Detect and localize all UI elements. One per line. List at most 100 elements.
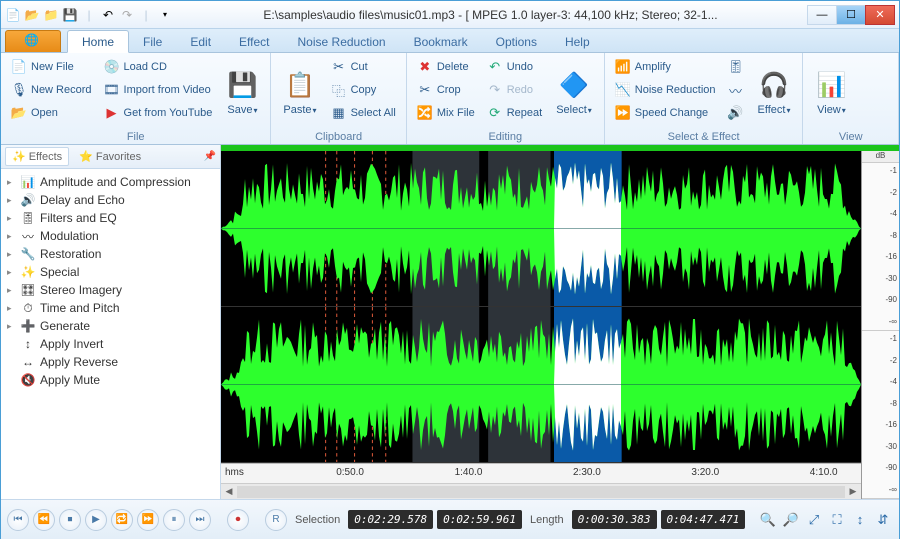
marker-r-button[interactable]: R <box>265 509 287 531</box>
tree-item[interactable]: ▸〰Modulation <box>3 227 218 245</box>
pin-icon[interactable]: 📌 <box>204 151 216 162</box>
qat-redo-icon[interactable]: ↷ <box>119 7 135 23</box>
tree-item[interactable]: ▸🎛Stereo Imagery <box>3 281 218 299</box>
forward-button[interactable]: ⏩ <box>137 509 159 531</box>
mix-file-button[interactable]: 🔀Mix File <box>413 102 479 124</box>
loop-button[interactable]: 🔁 <box>111 509 133 531</box>
load-cd-button[interactable]: 💿Load CD <box>100 56 217 78</box>
crop-button[interactable]: ✂Crop <box>413 79 479 101</box>
group-label-editing: Editing <box>413 130 598 144</box>
tab-effect[interactable]: Effect <box>225 31 283 52</box>
tree-item[interactable]: ↕Apply Invert <box>3 335 218 353</box>
view-button[interactable]: 📊 View▾ <box>809 56 853 130</box>
tab-help[interactable]: Help <box>551 31 604 52</box>
zoom-in-icon[interactable]: 🔍 <box>758 510 778 530</box>
tree-item[interactable]: ▸⏱Time and Pitch <box>3 299 218 317</box>
maximize-button[interactable]: ☐ <box>836 5 866 25</box>
file-orb[interactable]: 🌐 <box>5 30 61 52</box>
tab-noise-reduction[interactable]: Noise Reduction <box>284 31 400 52</box>
record-icon: 🎙 <box>11 82 27 98</box>
tree-item[interactable]: ▸🔊Delay and Echo <box>3 191 218 209</box>
sidebar-tab-effects[interactable]: ✨Effects <box>5 147 69 166</box>
tree-item[interactable]: 🔇Apply Mute <box>3 371 218 389</box>
fx2-button[interactable]: 〰 <box>724 79 748 101</box>
save-icon: 💾 <box>226 70 258 102</box>
close-button[interactable]: ✕ <box>865 5 895 25</box>
copy-button[interactable]: ⿻Copy <box>327 79 400 101</box>
cut-button[interactable]: ✂Cut <box>327 56 400 78</box>
tab-options[interactable]: Options <box>482 31 551 52</box>
fx1-button[interactable]: 🎚 <box>724 56 748 78</box>
tab-edit[interactable]: Edit <box>176 31 225 52</box>
amplify-button[interactable]: 📶Amplify <box>611 56 720 78</box>
get-youtube-button[interactable]: ▶Get from YouTube <box>100 102 217 124</box>
ribbon-group-clipboard: 📋 Paste▾ ✂Cut ⿻Copy ▦Select All Clipboar… <box>271 53 406 144</box>
repeat-icon: ⟳ <box>487 105 503 121</box>
qat-open-icon[interactable]: 📂 <box>24 7 40 23</box>
statusbar: ⏮ ⏪ ⏹ ▶ 🔁 ⏩ ⏸ ⏭ ⏺ R Selection 0:02:29.57… <box>1 499 899 539</box>
fx3-button[interactable]: 🔊 <box>724 102 748 124</box>
tree-item[interactable]: ▸✨Special <box>3 263 218 281</box>
group-label-clipboard: Clipboard <box>277 130 399 144</box>
repeat-button[interactable]: ⟳Repeat <box>483 102 546 124</box>
ribbon-group-file: 📄New File 🎙New Record 📂Open 💿Load CD 🎞Im… <box>1 53 271 144</box>
zoom-fit-icon[interactable]: ⛶ <box>827 510 847 530</box>
qat-new-icon[interactable]: 📄 <box>5 7 21 23</box>
zoom-sel-icon[interactable]: ⤢ <box>804 510 824 530</box>
tab-file[interactable]: File <box>129 31 176 52</box>
speed-change-button[interactable]: ⏩Speed Change <box>611 102 720 124</box>
skip-end-button[interactable]: ⏭ <box>189 509 211 531</box>
import-video-button[interactable]: 🎞Import from Video <box>100 79 217 101</box>
qat-open2-icon[interactable]: 📁 <box>43 7 59 23</box>
zoom-v-in-icon[interactable]: ↕ <box>850 510 870 530</box>
undo-button[interactable]: ↶Undo <box>483 56 546 78</box>
undo-icon: ↶ <box>487 59 503 75</box>
delete-button[interactable]: ✖Delete <box>413 56 479 78</box>
ribbon-group-select-effect: 📶Amplify 📉Noise Reduction ⏩Speed Change … <box>605 53 804 144</box>
save-button[interactable]: 💾 Save▾ <box>220 56 264 130</box>
orb-icon: 🌐 <box>24 33 42 51</box>
new-file-button[interactable]: 📄New File <box>7 56 96 78</box>
tree-item[interactable]: ▸🔧Restoration <box>3 245 218 263</box>
qat-save-icon[interactable]: 💾 <box>62 7 78 23</box>
star-icon: ⭐ <box>79 150 93 163</box>
pause-button[interactable]: ⏸ <box>163 509 185 531</box>
scroll-left-icon[interactable]: ◀ <box>221 486 237 497</box>
tree-item[interactable]: ▸📊Amplitude and Compression <box>3 173 218 191</box>
selection-end: 0:02:59.961 <box>437 510 522 529</box>
waveform-left-channel[interactable] <box>221 151 861 307</box>
paste-button[interactable]: 📋 Paste▾ <box>277 56 322 130</box>
tree-item[interactable]: ↔Apply Reverse <box>3 353 218 371</box>
record-button[interactable]: ⏺ <box>227 509 249 531</box>
tab-bookmark[interactable]: Bookmark <box>400 31 482 52</box>
open-button[interactable]: 📂Open <box>7 102 96 124</box>
scroll-right-icon[interactable]: ▶ <box>845 486 861 497</box>
selection-start: 0:02:29.578 <box>348 510 433 529</box>
waveform-right-channel[interactable] <box>221 307 861 463</box>
select-all-button[interactable]: ▦Select All <box>327 102 400 124</box>
skip-start-button[interactable]: ⏮ <box>7 509 29 531</box>
horizontal-scrollbar[interactable]: ◀ ▶ <box>221 483 861 499</box>
wave-icon: 〰 <box>728 82 744 98</box>
new-record-button[interactable]: 🎙New Record <box>7 79 96 101</box>
tree-item[interactable]: ▸➕Generate <box>3 317 218 335</box>
play-button[interactable]: ▶ <box>85 509 107 531</box>
ribbon-tabs: 🌐 Home File Edit Effect Noise Reduction … <box>1 29 899 53</box>
tree-item[interactable]: ▸🎚Filters and EQ <box>3 209 218 227</box>
select-button[interactable]: 🔷 Select▾ <box>550 56 598 130</box>
time-axis: hms 0:50.01:40.02:30.03:20.04:10.0 <box>221 463 861 483</box>
qat-dropdown-icon[interactable]: ▾ <box>157 7 173 23</box>
zoom-v-out-icon[interactable]: ⇵ <box>873 510 893 530</box>
stop-button[interactable]: ⏹ <box>59 509 81 531</box>
qat-undo-icon[interactable]: ↶ <box>100 7 116 23</box>
zoom-out-icon[interactable]: 🔎 <box>781 510 801 530</box>
effects-tree[interactable]: ▸📊Amplitude and Compression▸🔊Delay and E… <box>1 169 220 499</box>
group-label-view: View <box>809 130 892 144</box>
rewind-button[interactable]: ⏪ <box>33 509 55 531</box>
effect-button[interactable]: 🎧 Effect▾ <box>752 56 797 130</box>
tab-home[interactable]: Home <box>67 30 129 53</box>
minimize-button[interactable]: — <box>807 5 837 25</box>
sidebar-tab-favorites[interactable]: ⭐Favorites <box>73 148 147 165</box>
redo-button[interactable]: ↷Redo <box>483 79 546 101</box>
noise-reduction-button[interactable]: 📉Noise Reduction <box>611 79 720 101</box>
